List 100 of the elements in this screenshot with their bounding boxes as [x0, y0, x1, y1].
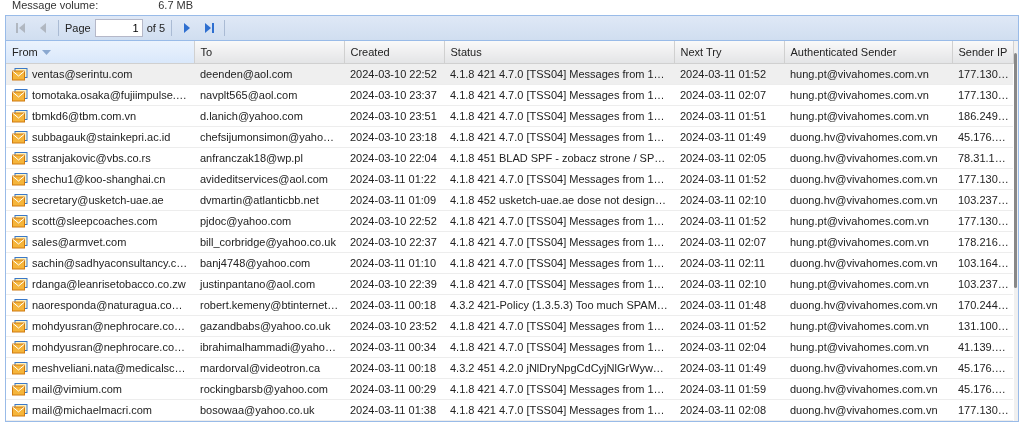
- table-cell: 2024-03-11 01:52: [674, 210, 784, 232]
- table-cell: mohdyusran@nephrocare.co…: [32, 341, 186, 353]
- table-cell: rdanga@leanrisetobacco.co.zw: [32, 278, 186, 290]
- table-row[interactable]: mohdyusran@nephrocare.co… ibrahimalhammadi@yaho… 2024-03-11 00:34 4.1.8 421 4.7.0 [TSS04] Messages from 1… 2024-03-11 02:04 hung.pt@vivahomes.com.vn 41.139.…: [6, 336, 1013, 358]
- table-cell: mail@vimium.com: [32, 383, 122, 395]
- table-cell: ventas@serintu.com: [32, 68, 133, 80]
- table-cell: 2024-03-11 01:52: [674, 168, 784, 190]
- column-header[interactable]: Next Try: [674, 41, 784, 64]
- table-row[interactable]: shechu1@koo-shanghai.cn avideditservices@aol.com 2024-03-11 01:22 4.1.8 421 4.7.0 [TSS04] Messages from 1… 2024-03-11 01:52 duong.hv@vivahomes.com.vn 177.130…: [6, 168, 1013, 190]
- table-cell: 170.244…: [952, 294, 1013, 316]
- envelope-icon: [12, 130, 28, 144]
- envelope-icon: [12, 214, 28, 228]
- column-header[interactable]: Created: [344, 41, 444, 64]
- table-cell: mohdyusran@nephrocare.co…: [32, 320, 186, 332]
- table-cell: 4.1.8 421 4.7.0 [TSS04] Messages from 1…: [444, 252, 674, 274]
- table-cell: shechu1@koo-shanghai.cn: [32, 173, 166, 185]
- table-cell: 2024-03-11 01:09: [344, 189, 444, 211]
- table-cell: 2024-03-11 00:29: [344, 378, 444, 400]
- table-cell: 4.1.8 421 4.7.0 [TSS04] Messages from 1…: [444, 336, 674, 358]
- envelope-icon: [12, 235, 28, 249]
- table-row[interactable]: secretary@usketch-uae.ae dvmartin@atlanticbb.net 2024-03-11 01:09 4.1.8 452 usketch-uae.ae dose not design… 2024-03-11 02:10 duong.hv@vivahomes.com.vn 103.237…: [6, 189, 1013, 211]
- column-header[interactable]: Sender IP: [952, 41, 1013, 64]
- table-cell: 2024-03-11 02:04: [674, 336, 784, 358]
- table-row[interactable]: meshveliani.nata@medicalsc… mardorval@videotron.ca 2024-03-11 00:18 4.3.2 451 4.2.0 jNlDryNpgCdCyjNlGrWyw… 2024-03-11 01:49 duong.hv@vivahomes.com.vn 45.176.…: [6, 357, 1013, 379]
- table-cell: duong.hv@vivahomes.com.vn: [784, 147, 952, 169]
- table-row[interactable]: mail@vimium.com rockingbarsb@yahoo.com 2024-03-11 00:29 4.1.8 421 4.7.0 [TSS04] Messages from 1… 2024-03-11 01:59 duong.hv@vivahomes.com.vn 45.176.…: [6, 378, 1013, 400]
- scrollbar-track[interactable]: [1013, 41, 1018, 421]
- table-row[interactable]: scott@sleepcoaches.com pjdoc@yahoo.com 2024-03-10 22:52 4.1.8 421 4.7.0 [TSS04] Messages from 1… 2024-03-11 01:52 hung.pt@vivahomes.com.vn 177.130…: [6, 210, 1013, 232]
- table-cell: sachin@sadhyaconsultancy.c…: [32, 257, 188, 269]
- table-cell: 2024-03-11 01:10: [344, 252, 444, 274]
- table-cell: hung.pt@vivahomes.com.vn: [784, 105, 952, 127]
- table-row[interactable]: subbagauk@stainkepri.ac.id chefsijumonsimon@yaho… 2024-03-10 23:18 4.1.8 421 4.7.0 [TSS04] Messages from 1… 2024-03-11 01:49 duong.hv@vivahomes.com.vn 45.176.…: [6, 126, 1013, 148]
- table-cell: 41.139.…: [952, 336, 1013, 358]
- table-row[interactable]: rdanga@leanrisetobacco.co.zw justinpantano@aol.com 2024-03-10 22:39 4.1.8 421 4.7.0 [TSS04] Messages from 1… 2024-03-11 02:10 hung.pt@vivahomes.com.vn 103.237…: [6, 273, 1013, 295]
- sort-descending-icon: [41, 50, 51, 56]
- table-row[interactable]: mail@michaelmacri.com bosowaa@yahoo.co.uk 2024-03-11 01:38 4.1.8 421 4.7.0 [TSS04] Messages from 1… 2024-03-11 02:08 duong.hv@vivahomes.com.vn 177.130…: [6, 399, 1013, 421]
- table-cell: duong.hv@vivahomes.com.vn: [784, 357, 952, 379]
- table-cell: 177.130…: [952, 399, 1013, 421]
- table-cell: 4.1.8 421 4.7.0 [TSS04] Messages from 1…: [444, 231, 674, 253]
- table-cell: duong.hv@vivahomes.com.vn: [784, 189, 952, 211]
- page-number-field[interactable]: 1: [94, 19, 143, 37]
- table-cell: deenden@aol.com: [194, 63, 344, 85]
- table-row[interactable]: mohdyusran@nephrocare.co… gazandbabs@yahoo.co.uk 2024-03-10 23:52 4.1.8 421 4.7.0 [TSS04] Messages from 1… 2024-03-11 01:52 hung.pt@vivahomes.com.vn 131.100…: [6, 315, 1013, 337]
- table-cell: 4.1.8 421 4.7.0 [TSS04] Messages from 1…: [444, 378, 674, 400]
- table-cell: 4.1.8 451 BLAD SPF - zobacz strone / SP…: [444, 147, 674, 169]
- table-cell: hung.pt@vivahomes.com.vn: [784, 315, 952, 337]
- table-cell: 103.164…: [952, 252, 1013, 274]
- page-count-label: of 5: [146, 22, 166, 34]
- table-cell: duong.hv@vivahomes.com.vn: [784, 399, 952, 421]
- table-row[interactable]: sstranjakovic@vbs.co.rs anfranczak18@wp.pl 2024-03-10 22:04 4.1.8 451 BLAD SPF - zobacz strone / SP… 2024-03-11 02:05 duong.hv@vivahomes.com.vn 78.31.1…: [6, 147, 1013, 169]
- table-row[interactable]: naoresponda@naturagua.co… robert.kemeny@btinternet… 2024-03-11 00:18 4.3.2 421-Policy (1.3.5.3) Too much SPAM… 2024-03-11 01:48 duong.hv@vivahomes.com.vn 170.244…: [6, 294, 1013, 316]
- table-cell: 45.176.…: [952, 378, 1013, 400]
- table-row[interactable]: tomotaka.osaka@fujiimpulse.… navplt565@aol.com 2024-03-10 23:37 4.1.8 421 4.7.0 [TSS04] Messages from 1… 2024-03-11 02:07 hung.pt@vivahomes.com.vn 177.130…: [6, 84, 1013, 106]
- table-cell: 2024-03-11 02:05: [674, 147, 784, 169]
- first-page-icon: [15, 22, 27, 34]
- table-cell: 2024-03-11 01:49: [674, 357, 784, 379]
- table-cell: banj4748@yahoo.com: [194, 252, 344, 274]
- table-cell: 45.176.…: [952, 126, 1013, 148]
- table-cell: 2024-03-10 22:52: [344, 210, 444, 232]
- envelope-icon: [12, 361, 28, 375]
- table-row[interactable]: tbmkd6@tbm.com.vn d.lanich@yahoo.com 2024-03-10 23:51 4.1.8 421 4.7.0 [TSS04] Messages from 1… 2024-03-11 01:51 hung.pt@vivahomes.com.vn 186.249…: [6, 105, 1013, 127]
- table-cell: hung.pt@vivahomes.com.vn: [784, 84, 952, 106]
- summary-value: 6.7 MB: [158, 0, 194, 11]
- envelope-icon: [12, 88, 28, 102]
- envelope-icon: [12, 256, 28, 270]
- table-cell: 4.1.8 452 usketch-uae.ae dose not design…: [444, 189, 674, 211]
- table-cell: naoresponda@naturagua.co…: [32, 299, 183, 311]
- table-cell: 103.237…: [952, 273, 1013, 295]
- summary-label: Message volume:: [12, 0, 99, 11]
- table-cell: scott@sleepcoaches.com: [32, 215, 158, 227]
- scrollbar-thumb[interactable]: [1013, 53, 1017, 288]
- column-header[interactable]: Authenticated Sender: [784, 41, 952, 64]
- table-cell: 2024-03-11 01:49: [674, 126, 784, 148]
- table-cell: 2024-03-10 23:51: [344, 105, 444, 127]
- table-cell: 2024-03-10 22:04: [344, 147, 444, 169]
- table-row[interactable]: sales@armvet.com bill_corbridge@yahoo.co.uk 2024-03-10 22:37 4.1.8 421 4.7.0 [TSS04] Messages from 1… 2024-03-11 02:07 hung.pt@vivahomes.com.vn 178.216…: [6, 231, 1013, 253]
- column-header[interactable]: From: [6, 41, 194, 64]
- column-header[interactable]: Status: [444, 41, 674, 64]
- envelope-icon: [12, 340, 28, 354]
- table-row[interactable]: ventas@serintu.com deenden@aol.com 2024-03-10 22:52 4.1.8 421 4.7.0 [TSS04] Messages from 1… 2024-03-11 01:52 hung.pt@vivahomes.com.vn 177.130…: [6, 63, 1013, 85]
- envelope-icon: [12, 172, 28, 186]
- page-label: Page: [65, 22, 91, 34]
- table-cell: 2024-03-11 01:51: [674, 105, 784, 127]
- table-row[interactable]: sachin@sadhyaconsultancy.c… banj4748@yahoo.com 2024-03-11 01:10 4.1.8 421 4.7.0 [TSS04] Messages from 1… 2024-03-11 02:11 duong.hv@vivahomes.com.vn 103.164…: [6, 252, 1013, 274]
- table-cell: tomotaka.osaka@fujiimpulse.…: [32, 89, 187, 101]
- table-cell: 4.3.2 421-Policy (1.3.5.3) Too much SPAM…: [444, 294, 674, 316]
- table-cell: 2024-03-11 02:10: [674, 273, 784, 295]
- table-cell: 2024-03-11 01:52: [674, 63, 784, 85]
- last-page-icon: [203, 22, 216, 34]
- table-cell: justinpantano@aol.com: [194, 273, 344, 295]
- table-cell: meshveliani.nata@medicalsc…: [32, 362, 186, 374]
- table-cell: sales@armvet.com: [32, 236, 127, 248]
- table-cell: 2024-03-11 01:38: [344, 399, 444, 421]
- column-header[interactable]: To: [194, 41, 344, 64]
- envelope-icon: [12, 67, 28, 81]
- table-cell: 2024-03-11 01:22: [344, 168, 444, 190]
- table-cell: duong.hv@vivahomes.com.vn: [784, 168, 952, 190]
- table-cell: 2024-03-10 23:37: [344, 84, 444, 106]
- table-cell: tbmkd6@tbm.com.vn: [32, 110, 137, 122]
- table-cell: pjdoc@yahoo.com: [194, 210, 344, 232]
